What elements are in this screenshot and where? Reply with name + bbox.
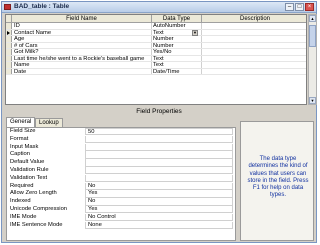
maximize-button[interactable]: □ <box>295 3 304 11</box>
property-label: Required <box>10 182 34 189</box>
close-button[interactable]: × <box>305 3 314 11</box>
property-row: Required No <box>7 182 235 191</box>
scroll-up-button[interactable]: ▲ <box>309 15 316 22</box>
window-title: BAD_table : Table <box>14 3 70 10</box>
data-type-header: Data Type <box>152 15 202 23</box>
property-row: Validation Text <box>7 174 235 183</box>
data-type-cell[interactable]: AutoNumber <box>152 23 202 29</box>
property-value-field[interactable]: Yes <box>85 205 233 214</box>
property-row: Caption <box>7 151 235 159</box>
row-selector[interactable] <box>6 42 12 48</box>
property-label: Field Size <box>10 128 36 134</box>
property-label: Unicode Compression <box>10 205 68 212</box>
property-row: Unicode Compression Yes <box>7 205 235 214</box>
field-name-cell[interactable]: Got Milk? <box>13 49 152 55</box>
property-label: Default Value <box>10 159 45 166</box>
property-value-field[interactable] <box>85 151 233 159</box>
tab-lookup[interactable]: Lookup <box>35 118 63 127</box>
property-label: IME Mode <box>10 213 37 220</box>
description-cell[interactable] <box>202 30 306 36</box>
grid-header: Field Name Data Type Description <box>6 15 306 23</box>
property-value-field[interactable] <box>85 166 233 175</box>
row-selector[interactable] <box>6 49 12 55</box>
data-type-cell[interactable]: Number <box>152 42 202 48</box>
help-panel: The data type determines the kind of val… <box>240 121 314 241</box>
property-label: Indexed <box>10 198 31 205</box>
help-text: The data type determines the kind of val… <box>247 156 309 199</box>
field-grid: Field Name Data Type Description ID AutoN… <box>5 14 307 105</box>
property-value-field[interactable]: None <box>85 221 233 229</box>
data-type-cell[interactable]: Number <box>152 36 202 42</box>
row-selector[interactable] <box>6 36 12 42</box>
property-row: Allow Zero Length Yes <box>7 190 235 198</box>
field-name-cell[interactable]: # of Cars <box>13 42 152 48</box>
property-value-field[interactable]: 50 <box>85 128 233 136</box>
property-label: Allow Zero Length <box>10 190 57 197</box>
description-cell[interactable] <box>202 56 306 62</box>
property-value-field[interactable]: No <box>85 182 233 190</box>
table-icon <box>4 4 11 10</box>
property-row: Default Value <box>7 159 235 167</box>
data-type-cell[interactable]: Text <box>152 62 202 68</box>
property-row: Input Mask <box>7 143 235 152</box>
row-selector[interactable] <box>6 62 12 68</box>
field-name-cell[interactable]: ID <box>13 23 152 29</box>
property-row: Format <box>7 135 235 144</box>
field-properties-label: Field Properties <box>136 108 182 115</box>
property-value-field[interactable] <box>85 135 233 144</box>
property-row: Indexed No <box>7 198 235 206</box>
description-cell[interactable] <box>202 36 306 42</box>
property-value-field[interactable] <box>85 159 233 167</box>
property-row: IME Mode No Control <box>7 213 235 222</box>
description-cell[interactable] <box>202 62 306 68</box>
field-name-cell[interactable]: Date <box>13 68 152 74</box>
field-rows: ID AutoNumber Contact Name Text ▼ Age Number # … <box>6 23 306 75</box>
field-name-header: Field Name <box>12 15 152 23</box>
property-label: Validation Rule <box>10 166 49 173</box>
scroll-down-button[interactable]: ▼ <box>309 97 316 104</box>
description-cell[interactable] <box>202 43 306 49</box>
property-value-field[interactable]: No Control <box>85 213 233 222</box>
property-value-field[interactable]: Yes <box>85 190 233 198</box>
row-selector[interactable] <box>6 23 12 29</box>
table-design-window: BAD_table : Table – □ × Field Name Data … <box>1 1 317 243</box>
description-cell[interactable] <box>202 23 306 29</box>
grid-scrollbar[interactable]: ▲ ▼ <box>308 14 317 105</box>
property-label: Caption <box>10 151 30 158</box>
description-cell[interactable] <box>202 69 306 75</box>
property-label: Validation Text <box>10 174 48 181</box>
field-name-cell[interactable]: Age <box>13 36 152 42</box>
property-row: IME Sentence Mode None <box>7 221 235 230</box>
description-header: Description <box>239 16 270 22</box>
field-row[interactable]: Date Date/Time <box>6 68 306 75</box>
title-bar: BAD_table : Table – □ × <box>2 2 316 13</box>
current-row-arrow-icon <box>7 30 10 35</box>
data-type-cell[interactable]: Text <box>152 55 202 61</box>
property-label: Input Mask <box>10 143 39 150</box>
tab-general[interactable]: General <box>6 117 36 127</box>
minimize-button[interactable]: – <box>285 3 294 11</box>
properties-panel: Field Size 50 Format Input Mask Caption Defau… <box>6 127 236 241</box>
field-name-cell[interactable]: Contact Name <box>13 29 152 35</box>
property-value-field[interactable] <box>85 143 233 151</box>
property-value-field[interactable] <box>85 174 233 183</box>
property-row: Validation Rule <box>7 166 235 175</box>
row-selector[interactable] <box>6 55 12 61</box>
property-label: Format <box>10 135 29 142</box>
field-name-cell[interactable]: Last time he/she went to a Rockie's base… <box>13 55 152 61</box>
property-value-field[interactable]: No <box>85 198 233 206</box>
scroll-thumb[interactable] <box>309 25 316 47</box>
data-type-cell[interactable]: Yes/No <box>152 49 202 55</box>
property-label: IME Sentence Mode <box>10 221 63 228</box>
data-type-cell[interactable]: Date/Time <box>152 68 202 74</box>
property-row: Field Size 50 <box>7 128 235 136</box>
field-name-cell[interactable]: Name <box>13 62 152 68</box>
row-selector[interactable] <box>6 68 12 74</box>
row-selector[interactable] <box>6 29 12 35</box>
description-cell[interactable] <box>202 49 306 55</box>
